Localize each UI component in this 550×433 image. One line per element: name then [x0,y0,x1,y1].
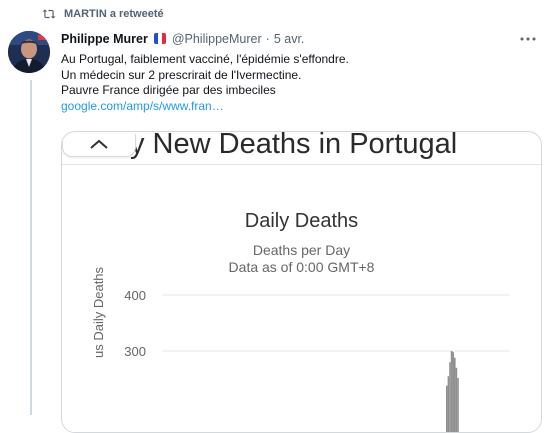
tweet-date[interactable]: 5 avr. [274,32,305,46]
chart-bar [454,357,456,432]
tweet-link[interactable]: google.com/amp/s/www.fran… [61,99,521,115]
separator-dot: · [265,31,270,46]
chart-plot: 400 300 [124,288,510,432]
retweet-icon [42,8,56,20]
chart-bar [450,351,453,432]
display-name[interactable]: Philippe Murer [61,32,148,46]
tweet-line: Un médecin sur 2 prescrirait de l'Iverme… [61,67,302,82]
retweet-label: MARTIN a retweeté [64,8,164,20]
y-tick-label: 400 [124,288,146,303]
chart-bar [446,385,448,432]
retweet-row[interactable]: MARTIN a retweeté [42,6,164,22]
user-handle[interactable]: @PhilippeMurer [172,32,262,46]
chart-bar [455,367,458,432]
tweet-line: Pauvre France dirigée par des imbeciles [61,83,276,97]
avatar[interactable] [8,31,50,73]
more-horizontal-icon[interactable] [518,28,538,44]
media-card[interactable]: y New Deaths in Portugal Daily Deaths De… [61,131,542,433]
tweet-line: Au Portugal, faiblement vacciné, l'épidé… [61,52,349,66]
chart-bar [452,352,454,432]
y-tick-label: 300 [124,344,146,359]
chart-bar [457,377,459,432]
tweet-header: Philippe Murer @PhilippeMurer · 5 avr. [61,30,304,47]
chart-bar [447,376,450,432]
thread-line [30,80,32,415]
france-flag-icon [153,33,166,44]
chart-bar [449,362,451,432]
tweet-text: Au Portugal, faiblement vacciné, l'épidé… [61,52,521,114]
